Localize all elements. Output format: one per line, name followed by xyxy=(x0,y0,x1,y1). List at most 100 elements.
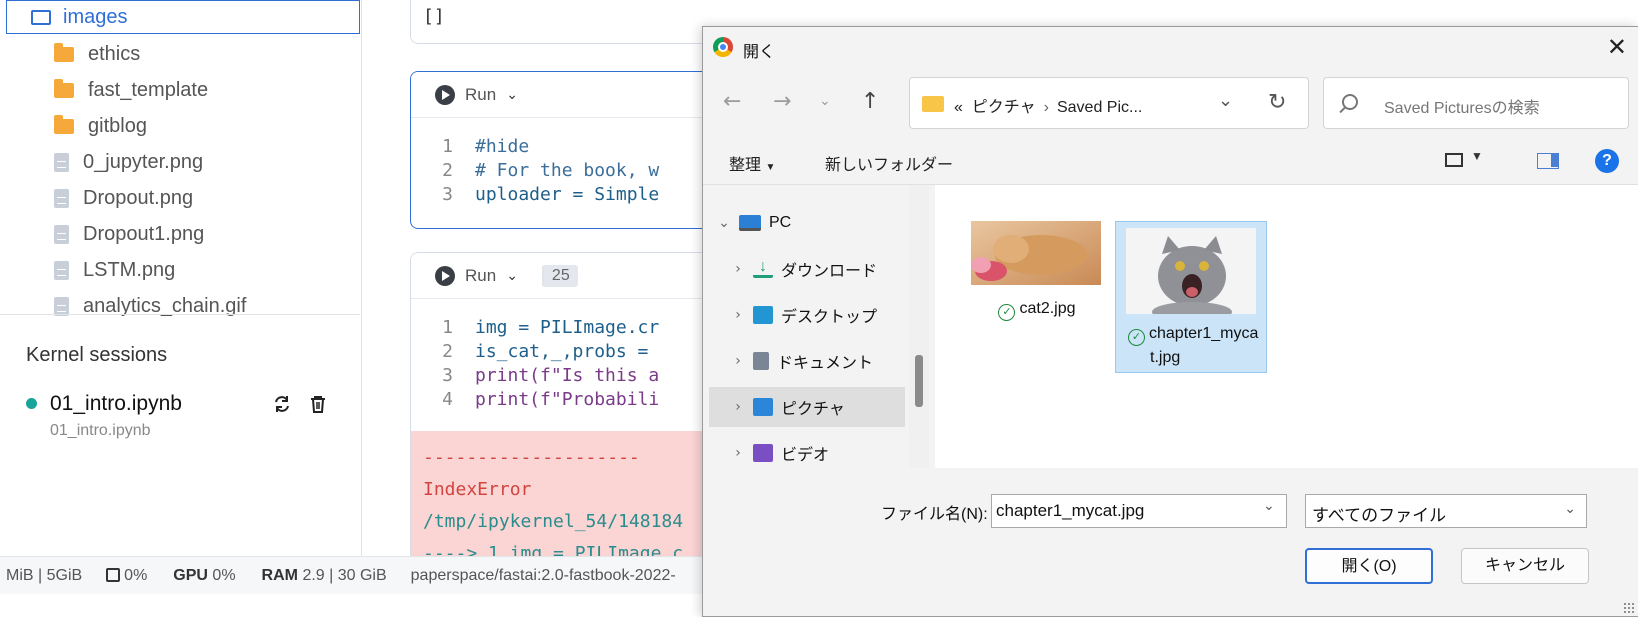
breadcrumb-item[interactable]: ピクチャ xyxy=(972,99,1036,116)
kernel-path: 01_intro.ipynb xyxy=(50,422,151,439)
back-arrow-icon[interactable]: ← xyxy=(723,89,741,114)
forward-arrow-icon[interactable]: → xyxy=(773,89,791,114)
help-icon[interactable]: ? xyxy=(1595,149,1619,173)
list-item[interactable]: 0_jupyter.png xyxy=(0,144,360,180)
close-icon[interactable]: ✕ xyxy=(1607,33,1627,61)
organize-button[interactable]: 整理 ▼ xyxy=(729,151,775,175)
breadcrumb: « ピクチャ › Saved Pic... xyxy=(954,93,1142,117)
new-folder-button[interactable]: 新しいフォルダー xyxy=(825,151,953,175)
refresh-icon[interactable]: ↻ xyxy=(1268,89,1286,115)
caret-down-icon[interactable]: ▼ xyxy=(1471,149,1483,163)
list-item[interactable]: LSTM.png xyxy=(0,252,360,288)
sync-check-icon: ✓ xyxy=(1128,329,1145,346)
scrollbar[interactable] xyxy=(909,185,929,468)
file-tile-selected[interactable]: ✓ chapter1_myca t.jpg xyxy=(1115,221,1267,373)
dialog-title: 開く xyxy=(743,44,776,61)
breadcrumb-prefix: « xyxy=(954,99,963,116)
nav-item-documents[interactable]: › ドキュメント xyxy=(709,341,905,381)
nav-item-pictures[interactable]: › ピクチャ xyxy=(709,387,905,427)
code-editor[interactable]: 1 #hide 2 # For the book, w 3 uploader = Si… xyxy=(411,118,702,208)
nav-item-videos[interactable]: › ビデオ xyxy=(709,433,905,473)
file-icon xyxy=(54,260,69,280)
gpu-value: 0% xyxy=(212,566,236,584)
chevron-down-icon[interactable]: ⌄ xyxy=(506,267,518,284)
nav-item-label: ピクチャ xyxy=(781,401,845,418)
chevron-right-icon[interactable]: › xyxy=(723,261,753,277)
chevron-down-icon[interactable]: ⌄ xyxy=(1218,90,1233,111)
chevron-right-icon[interactable]: › xyxy=(723,399,753,415)
chevron-down-icon[interactable]: ⌄ xyxy=(709,215,739,231)
file-tile[interactable]: ✓ cat2.jpg xyxy=(961,195,1113,347)
execution-count: 25 xyxy=(541,264,578,287)
error-dashes: -------------------- xyxy=(423,447,640,468)
trash-icon[interactable] xyxy=(308,394,328,414)
line-number: 3 xyxy=(442,365,453,386)
error-output: -------------------- IndexError /tmp/ipy… xyxy=(411,431,702,556)
file-browser: images ethics fast_template gitblog 0_ju… xyxy=(0,0,362,556)
list-item[interactable]: Dropout1.png xyxy=(0,216,360,252)
view-icon[interactable] xyxy=(1445,153,1463,167)
sync-check-icon: ✓ xyxy=(998,304,1016,321)
chevron-down-icon[interactable]: ⌄ xyxy=(506,86,518,103)
filename-input[interactable]: chapter1_mycat.jpg xyxy=(991,494,1287,528)
kernel-session-item[interactable]: 01_intro.ipynb 01_intro.ipynb xyxy=(26,392,346,442)
cancel-button[interactable]: キャンセル xyxy=(1461,548,1589,584)
error-trace: /tmp/ipykernel_54/148184 xyxy=(423,511,684,532)
item-label: Dropout1.png xyxy=(83,222,205,245)
address-bar[interactable]: « ピクチャ › Saved Pic... ⌄ ↻ xyxy=(909,77,1309,129)
code-line: img = PILImage.cr xyxy=(475,317,660,338)
chevron-down-icon[interactable]: ⌄ xyxy=(1263,498,1275,514)
chevron-right-icon[interactable]: › xyxy=(723,307,753,323)
file-icon xyxy=(54,296,69,316)
code-line: # For the book, w xyxy=(475,160,660,181)
run-button[interactable]: Run xyxy=(465,85,496,105)
list-item[interactable]: analytics_chain.gif xyxy=(0,288,360,316)
kernel-sessions-heading: Kernel sessions xyxy=(26,344,168,366)
cpu-icon xyxy=(106,567,121,582)
line-number: 2 xyxy=(442,341,453,362)
chevron-right-icon: › xyxy=(1043,99,1049,116)
search-box[interactable]: Saved Picturesの検索 xyxy=(1323,77,1629,129)
video-icon xyxy=(753,444,773,462)
code-line: uploader = Simple xyxy=(475,184,660,205)
code-line: print(f"Probabili xyxy=(475,389,660,410)
list-item[interactable]: ethics xyxy=(0,36,360,72)
item-label: fast_template xyxy=(88,78,209,101)
chevron-right-icon[interactable]: › xyxy=(723,353,753,369)
filetype-value: すべてのファイル xyxy=(1312,506,1447,525)
navigation-bar: ← → ⌄ ↑ « ピクチャ › Saved Pic... ⌄ ↻ Saved Pi… xyxy=(703,75,1638,131)
scrollbar-thumb[interactable] xyxy=(915,355,923,407)
list-item[interactable]: gitblog xyxy=(0,108,360,144)
chevron-right-icon[interactable]: › xyxy=(723,445,753,461)
item-label: 0_jupyter.png xyxy=(83,150,204,173)
run-icon[interactable] xyxy=(435,265,455,286)
open-button[interactable]: 開く(O) xyxy=(1305,548,1433,584)
filetype-select[interactable]: すべてのファイル ⌄ xyxy=(1305,494,1587,528)
navigation-pane: ⌄ PC › ↓ ダウンロード › デスクトップ › ドキュメント › ピクチャ… xyxy=(703,185,929,468)
code-cell[interactable]: Run ⌄ 1 #hide 2 # For the book, w 3 uploade… xyxy=(410,71,702,229)
folder-images[interactable]: images xyxy=(6,0,360,34)
resize-grip[interactable] xyxy=(1623,602,1635,614)
folder-label: images xyxy=(63,5,128,28)
nav-item-pc[interactable]: ⌄ PC xyxy=(709,203,905,243)
breadcrumb-item[interactable]: Saved Pic... xyxy=(1057,99,1142,116)
list-item[interactable]: fast_template xyxy=(0,72,360,108)
preview-pane-icon[interactable] xyxy=(1537,153,1559,169)
run-icon[interactable] xyxy=(435,84,455,105)
up-arrow-icon[interactable]: ↑ xyxy=(861,89,879,114)
restart-icon[interactable] xyxy=(272,394,292,414)
kernel-name: 01_intro.ipynb xyxy=(50,392,182,415)
list-item[interactable]: Dropout.png xyxy=(0,180,360,216)
code-editor[interactable]: 1 img = PILImage.cr 2 is_cat,_,probs = 3 pr… xyxy=(411,299,702,431)
computer-icon xyxy=(739,215,761,231)
dialog-titlebar: 開く ✕ xyxy=(703,27,1638,69)
file-view: ✓ cat2.jpg ✓ chapter1_myca t.jpg xyxy=(935,185,1638,468)
run-button[interactable]: Run xyxy=(465,266,496,286)
file-icon xyxy=(54,152,69,172)
code-cell[interactable]: Run ⌄ 25 1 img = PILImage.cr 2 is_cat,_,pr… xyxy=(410,252,702,556)
nav-item-downloads[interactable]: › ↓ ダウンロード xyxy=(709,249,905,289)
file-icon xyxy=(54,188,69,208)
item-label: analytics_chain.gif xyxy=(83,294,247,317)
nav-item-desktop[interactable]: › デスクトップ xyxy=(709,295,905,335)
recent-chevron-icon[interactable]: ⌄ xyxy=(819,93,831,109)
